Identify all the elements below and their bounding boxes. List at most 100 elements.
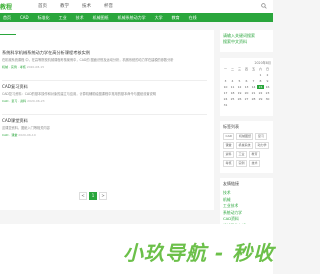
article-item: CAD课堂资料 这课堂资料，图纸入门等相关内容 CAD · 课堂 2020-06… bbox=[2, 118, 212, 137]
article-meta: CAD · 复习 · 资料 2020-06-23 bbox=[2, 99, 212, 103]
site-logo[interactable]: 教程 bbox=[0, 2, 12, 11]
calendar-day[interactable]: 2 bbox=[264, 73, 271, 77]
calendar-day[interactable]: 13 bbox=[243, 85, 250, 89]
top-nav: 首页 教学 技术 杯音 bbox=[38, 3, 113, 9]
article-desc: 这课堂资料，图纸入门等相关内容 bbox=[2, 126, 50, 130]
calendar-day bbox=[243, 73, 250, 77]
calendar-day[interactable]: 18 bbox=[229, 91, 236, 95]
calendar-day[interactable]: 23 bbox=[264, 91, 271, 95]
category-item[interactable]: 技术 bbox=[76, 15, 84, 21]
tag-item[interactable]: 技术 bbox=[249, 160, 261, 167]
article-list: 系统科学机械系统动力学在高分析课程考核实例 在机械系统课程 中，在高等院校机械课… bbox=[0, 30, 214, 210]
calendar-day bbox=[236, 73, 243, 77]
category-item[interactable]: CAD bbox=[20, 15, 29, 21]
calendar-day[interactable]: 29 bbox=[257, 97, 264, 101]
notice-line[interactable]: 搜索中文资料 bbox=[223, 39, 270, 45]
divider bbox=[2, 114, 207, 115]
page-button[interactable]: 1 bbox=[89, 192, 97, 200]
article-meta: 机械 · 实例 · 考核 2020-08-15 bbox=[2, 65, 212, 69]
nav-item-teaching[interactable]: 教学 bbox=[60, 3, 69, 9]
tag-item[interactable]: 动力学 bbox=[255, 142, 270, 149]
calendar-day[interactable]: 17 bbox=[222, 91, 229, 95]
tag-item[interactable]: 考核 bbox=[223, 160, 235, 167]
tag-list: 标签列表 CAD 机械图纸 复习课堂 机械系统 动力学资料 工业 教育考核 实例 技术 bbox=[220, 121, 273, 173]
calendar-day[interactable]: 31 bbox=[222, 103, 229, 107]
category-item[interactable]: 教育 bbox=[172, 15, 180, 21]
calendar-grid: 一二三四五六日 1 2 3 4 5 6 7 8 9 10 11 12 13 14 15 16 17 18 19 20 21… bbox=[222, 67, 271, 107]
category-item[interactable]: 大学 bbox=[155, 15, 163, 21]
tag-item[interactable]: 机械系统 bbox=[236, 142, 254, 149]
category-item[interactable]: 机械系统动力学 bbox=[118, 15, 146, 21]
calendar-day[interactable]: 7 bbox=[250, 79, 257, 83]
search-notice: 请输入关键词搜索 搜索中文资料 bbox=[220, 30, 273, 52]
prev-page-button[interactable]: < bbox=[79, 192, 87, 200]
calendar-day[interactable]: 25 bbox=[229, 97, 236, 101]
article-tags[interactable]: CAD · 课堂 bbox=[2, 133, 17, 137]
calendar-weekday: 四 bbox=[244, 67, 248, 71]
calendar-day[interactable]: 4 bbox=[229, 79, 236, 83]
calendar-heading: 2020年8月 bbox=[254, 61, 271, 65]
calendar-weekday: 日 bbox=[265, 67, 269, 71]
calendar-day[interactable]: 24 bbox=[222, 97, 229, 101]
article-date: 2020-06-23 bbox=[27, 99, 45, 103]
tag-item[interactable]: 资料 bbox=[223, 151, 235, 158]
calendar-day[interactable]: 27 bbox=[243, 97, 250, 101]
article-desc: CAD复习资料：CAD的基本操作和对象的建立与应用，计算机辅助绘图课程中常用的基… bbox=[2, 92, 156, 96]
calendar-day[interactable]: 1 bbox=[257, 73, 264, 77]
calendar-day[interactable]: 10 bbox=[222, 85, 229, 89]
calendar-day[interactable]: 9 bbox=[264, 79, 271, 83]
tag-item[interactable]: CAD bbox=[223, 133, 235, 140]
article-tags[interactable]: CAD · 复习 · 资料 bbox=[2, 99, 26, 103]
divider bbox=[2, 80, 207, 81]
tag-item[interactable]: 机械图纸 bbox=[236, 133, 254, 140]
tag-item[interactable]: 教育 bbox=[249, 151, 261, 158]
calendar-day[interactable]: 16 bbox=[264, 85, 271, 89]
nav-item-music[interactable]: 杯音 bbox=[104, 3, 113, 9]
calendar-day[interactable]: 15 bbox=[257, 85, 264, 89]
category-item[interactable]: 标准化 bbox=[38, 15, 50, 21]
calendar-weekday: 二 bbox=[230, 67, 234, 71]
tag-item[interactable]: 复习 bbox=[255, 133, 267, 140]
calendar-day[interactable]: 30 bbox=[264, 97, 271, 101]
links-title: 友情链接 bbox=[223, 181, 239, 186]
article-tags[interactable]: 机械 · 实例 · 考核 bbox=[2, 65, 26, 69]
calendar-weekday: 五 bbox=[251, 67, 255, 71]
article-item: 系统科学机械系统动力学在高分析课程考核实例 在机械系统课程 中，在高等院校机械课… bbox=[2, 50, 212, 69]
tag-item[interactable]: 课堂 bbox=[223, 142, 235, 149]
tag-item[interactable]: 工业 bbox=[236, 151, 248, 158]
nav-item-tech[interactable]: 技术 bbox=[82, 3, 91, 9]
calendar-day[interactable]: 11 bbox=[229, 85, 236, 89]
calendar-day[interactable]: 5 bbox=[236, 79, 243, 83]
search-icon[interactable] bbox=[261, 3, 267, 9]
nav-item-home[interactable]: 首页 bbox=[38, 3, 47, 9]
calendar-day[interactable]: 8 bbox=[257, 79, 264, 83]
calendar-day[interactable]: 19 bbox=[236, 91, 243, 95]
calendar: 2020年8月 一二三四五六日 1 2 3 4 5 6 7 8 9 10 11 12 13 14 15 16 17… bbox=[220, 58, 273, 116]
calendar-day[interactable]: 20 bbox=[243, 91, 250, 95]
calendar-day[interactable]: 21 bbox=[250, 91, 257, 95]
category-bar: 首页 CAD 标准化 工业 技术 机械图纸 机械系统动力学 大学 教育 在线 bbox=[0, 13, 273, 22]
tags-container: CAD 机械图纸 复习课堂 机械系统 动力学资料 工业 教育考核 实例 技术 bbox=[223, 133, 270, 167]
calendar-day[interactable]: 12 bbox=[236, 85, 243, 89]
category-item[interactable]: 工业 bbox=[59, 15, 67, 21]
calendar-day[interactable]: 26 bbox=[236, 97, 243, 101]
category-item[interactable]: 在线 bbox=[189, 15, 197, 21]
pagination: < 1 > bbox=[79, 192, 107, 200]
tags-title: 标签列表 bbox=[223, 124, 239, 129]
category-item[interactable]: 机械图纸 bbox=[93, 15, 109, 21]
calendar-weekday: 六 bbox=[258, 67, 262, 71]
calendar-day[interactable]: 6 bbox=[243, 79, 250, 83]
calendar-day[interactable]: 22 bbox=[257, 91, 264, 95]
calendar-day[interactable]: 3 bbox=[222, 79, 229, 83]
calendar-weekday: 三 bbox=[237, 67, 241, 71]
calendar-day[interactable]: 28 bbox=[250, 97, 257, 101]
tag-item[interactable]: 实例 bbox=[236, 160, 248, 167]
next-page-button[interactable]: > bbox=[99, 192, 107, 200]
category-item[interactable]: 首页 bbox=[3, 15, 11, 21]
article-title[interactable]: CAD课堂资料 bbox=[2, 118, 212, 124]
article-item: CAD复习资料 CAD复习资料：CAD的基本操作和对象的建立与应用，计算机辅助绘… bbox=[2, 84, 212, 103]
calendar-day[interactable]: 14 bbox=[250, 85, 257, 89]
article-title[interactable]: 系统科学机械系统动力学在高分析课程考核实例 bbox=[2, 50, 212, 56]
article-title[interactable]: CAD复习资料 bbox=[2, 84, 212, 90]
article-date: 2020-06-10 bbox=[18, 133, 36, 137]
